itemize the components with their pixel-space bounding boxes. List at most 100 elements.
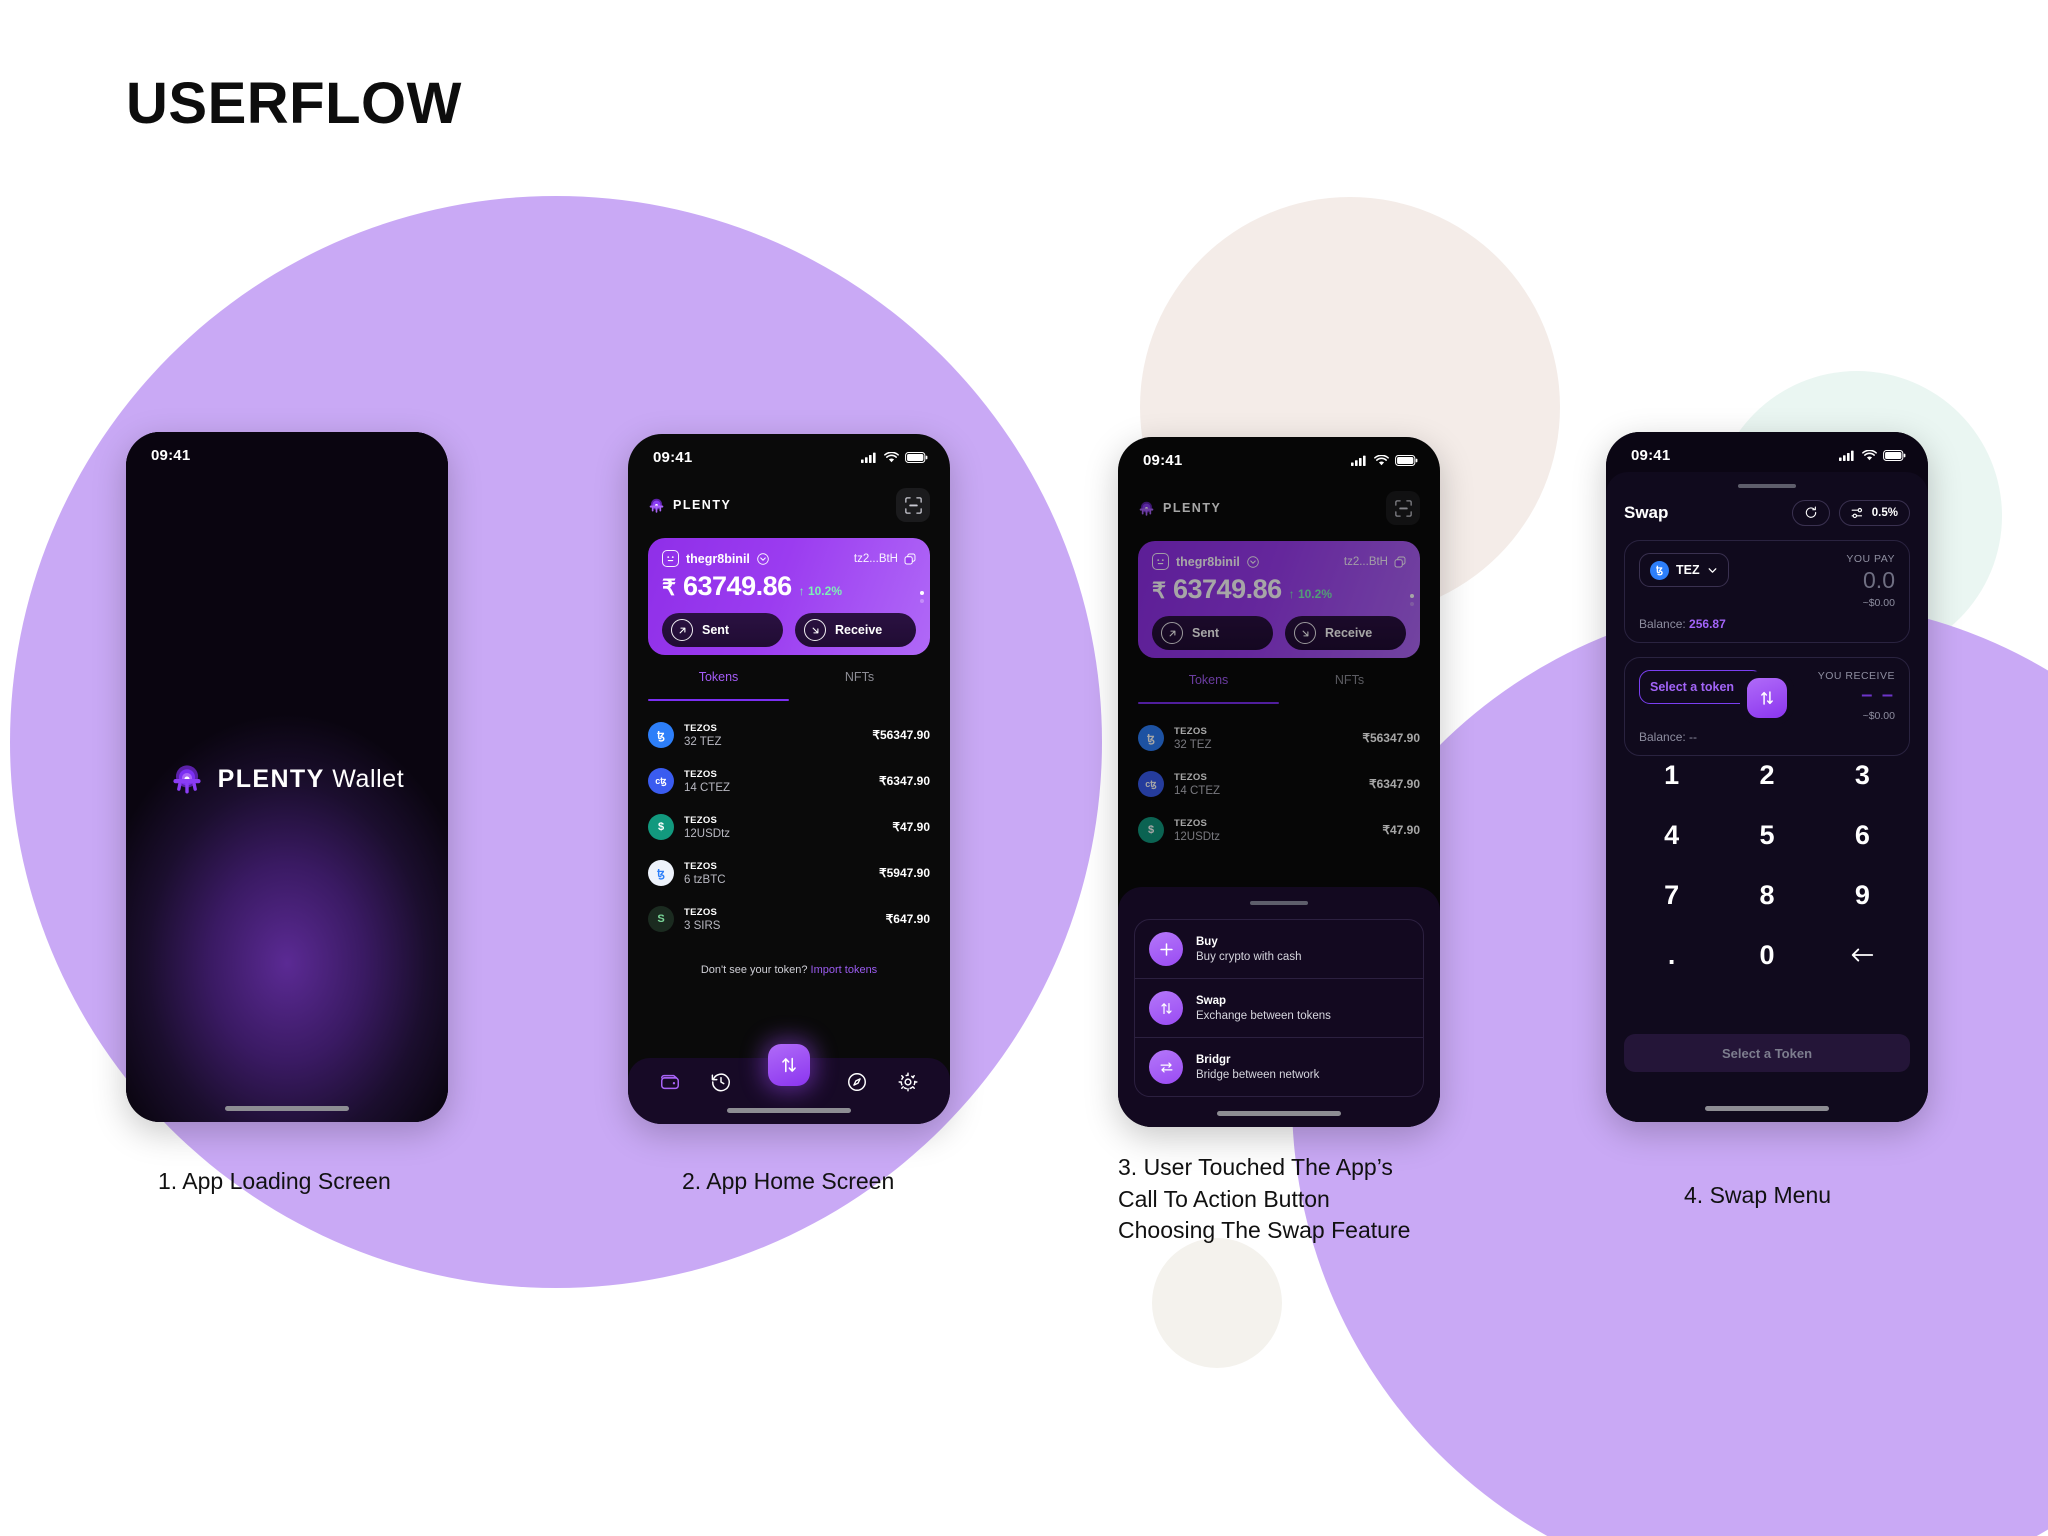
pay-amount-input[interactable]: 0.0 — [1846, 567, 1895, 594]
bridge-arrows-icon — [1149, 1050, 1183, 1084]
arrow-down-right-icon — [804, 619, 826, 641]
scan-qr-button[interactable] — [896, 488, 930, 522]
tab-wallet[interactable] — [659, 1071, 681, 1098]
token-info: TEZOS 12USDtz — [684, 815, 892, 840]
scan-icon — [904, 496, 922, 514]
caption-loading-screen: 1. App Loading Screen — [158, 1168, 391, 1194]
receive-token-selector[interactable]: Select a token — [1639, 670, 1764, 704]
sheet-drag-handle[interactable] — [1738, 484, 1796, 488]
token-row[interactable]: $ TEZOS 12USDtz ₹47.90 — [648, 804, 930, 850]
tab-nfts[interactable]: NFTs — [789, 670, 930, 704]
face-icon — [667, 556, 674, 562]
sheet-drag-handle[interactable] — [1250, 901, 1308, 905]
status-time: 09:41 — [151, 446, 191, 464]
swap-pay-row: ꜩ TEZ YOU PAY 0.0 ~$0.00 — [1639, 553, 1895, 609]
carousel-dots — [920, 587, 924, 607]
carousel-dot[interactable] — [920, 598, 924, 603]
sliders-icon — [1851, 507, 1862, 519]
key-8[interactable]: 8 — [1719, 872, 1814, 918]
sheet-item-title: Swap — [1196, 994, 1227, 1007]
carousel-dot-active[interactable] — [920, 590, 924, 595]
token-value: ₹5947.90 — [878, 866, 930, 880]
swap-pay-amount-group: YOU PAY 0.0 ~$0.00 — [1846, 553, 1895, 609]
balance-amount-row: ₹ 63749.86 ↑ 10.2% — [662, 571, 916, 602]
token-row[interactable]: ꜩ TEZOS 6 tzBTC ₹5947.90 — [648, 850, 930, 896]
token-name: TEZOS — [684, 860, 718, 872]
home-indicator — [727, 1108, 851, 1113]
status-time: 09:41 — [1631, 446, 1671, 464]
key-1[interactable]: 1 — [1624, 752, 1719, 798]
receive-token-placeholder: Select a token — [1650, 680, 1735, 694]
select-a-token-button[interactable]: Select a Token — [1624, 1034, 1910, 1072]
status-icons — [1351, 454, 1418, 466]
sheet-item-swap[interactable]: Swap Exchange between tokens — [1135, 978, 1423, 1037]
phone-mockup-cta-sheet: 09:41 PLENTY thegr8binil tz2...BtH ₹ 637… — [1118, 437, 1440, 1127]
usdtz-icon: $ — [648, 814, 674, 840]
send-button-label: Sent — [702, 623, 730, 637]
plenty-jellyfish-logo-icon — [173, 765, 201, 794]
avatar — [662, 550, 679, 567]
brand-wordmark: PLENTY — [673, 498, 732, 512]
token-row[interactable]: ꜩ TEZOS 32 TEZ ₹56347.90 — [648, 712, 930, 758]
key-4[interactable]: 4 — [1624, 812, 1719, 858]
pay-balance-label: Balance: — [1639, 617, 1690, 631]
battery-icon — [1883, 449, 1906, 461]
tab-explore[interactable] — [846, 1071, 868, 1098]
tab-settings[interactable] — [897, 1071, 919, 1098]
key-2[interactable]: 2 — [1719, 752, 1814, 798]
receive-button[interactable]: Receive — [795, 613, 916, 647]
refresh-button[interactable] — [1791, 500, 1830, 526]
wallet-address-copy[interactable]: tz2...BtH — [854, 553, 916, 565]
sheet-item-subtitle: Exchange between tokens — [1196, 1009, 1331, 1022]
key-5[interactable]: 5 — [1719, 812, 1814, 858]
sheet-item-subtitle: Bridge between network — [1196, 1068, 1320, 1081]
status-bar: 09:41 — [1118, 437, 1440, 477]
key-9[interactable]: 9 — [1815, 872, 1910, 918]
tez-icon: ꜩ — [648, 722, 674, 748]
caption-home-screen: 2. App Home Screen — [682, 1168, 895, 1194]
sheet-item-buy[interactable]: Buy Buy crypto with cash — [1135, 920, 1423, 978]
splash-wordmark: PLENTY Wallet — [218, 765, 405, 794]
swap-arrows-icon — [782, 1057, 796, 1073]
account-selector[interactable]: thegr8binil — [662, 550, 769, 567]
cellular-signal-icon — [1351, 455, 1366, 466]
tab-history[interactable] — [710, 1071, 732, 1098]
key-7[interactable]: 7 — [1624, 872, 1719, 918]
caption-swap-menu: 4. Swap Menu — [1684, 1182, 1832, 1208]
swap-fab-button[interactable] — [768, 1044, 810, 1086]
balance-card[interactable]: thegr8binil tz2...BtH ₹ 63749.86 ↑ 10.2%… — [648, 538, 930, 655]
slippage-setting-button[interactable]: 0.5% — [1838, 500, 1910, 526]
pay-fiat-value: ~$0.00 — [1862, 597, 1895, 609]
sheet-item-title: Buy — [1196, 935, 1218, 948]
wallet-address: tz2...BtH — [853, 552, 898, 565]
token-list: ꜩ TEZOS 32 TEZ ₹56347.90 cꜩ TEZOS 14 CTE… — [648, 712, 930, 942]
status-bar: 09:41 — [126, 432, 448, 472]
key-6[interactable]: 6 — [1815, 812, 1910, 858]
import-tokens-link[interactable]: Import tokens — [811, 964, 878, 976]
key-0[interactable]: 0 — [1719, 932, 1814, 978]
swap-header: Swap 0.5% — [1624, 500, 1910, 526]
status-icons — [1839, 449, 1906, 461]
swap-direction-toggle[interactable] — [1747, 678, 1787, 718]
home-indicator — [1705, 1106, 1829, 1111]
status-icons — [861, 451, 928, 463]
send-button[interactable]: Sent — [662, 613, 783, 647]
token-name: TEZOS — [684, 768, 718, 780]
swap-vertical-icon — [1761, 691, 1773, 705]
ctez-icon: cꜩ — [648, 768, 674, 794]
token-row[interactable]: S TEZOS 3 SIRS ₹647.90 — [648, 896, 930, 942]
key-3[interactable]: 3 — [1815, 752, 1910, 798]
key-backspace[interactable] — [1815, 932, 1910, 978]
wifi-icon — [884, 451, 899, 462]
currency-symbol: ₹ — [662, 575, 676, 600]
token-row[interactable]: cꜩ TEZOS 14 CTEZ ₹6347.90 — [648, 758, 930, 804]
sheet-item-bridge[interactable]: Bridgr Bridge between network — [1135, 1037, 1423, 1096]
pay-token-selector[interactable]: ꜩ TEZ — [1639, 553, 1729, 587]
swap-panel: Swap 0.5% ꜩ TEZ YOU PAY 0.0 ~$0.00 Balan… — [1606, 472, 1928, 1122]
balance-change-badge: ↑ 10.2% — [798, 584, 842, 598]
key-decimal[interactable]: . — [1624, 932, 1719, 978]
receive-balance: Balance: -- — [1639, 730, 1698, 744]
screen-home: 09:41 PLENTY thegr8binil tz2...BtH ₹ 637… — [628, 434, 950, 1124]
history-icon — [711, 1072, 730, 1091]
token-name: TEZOS — [684, 814, 718, 826]
